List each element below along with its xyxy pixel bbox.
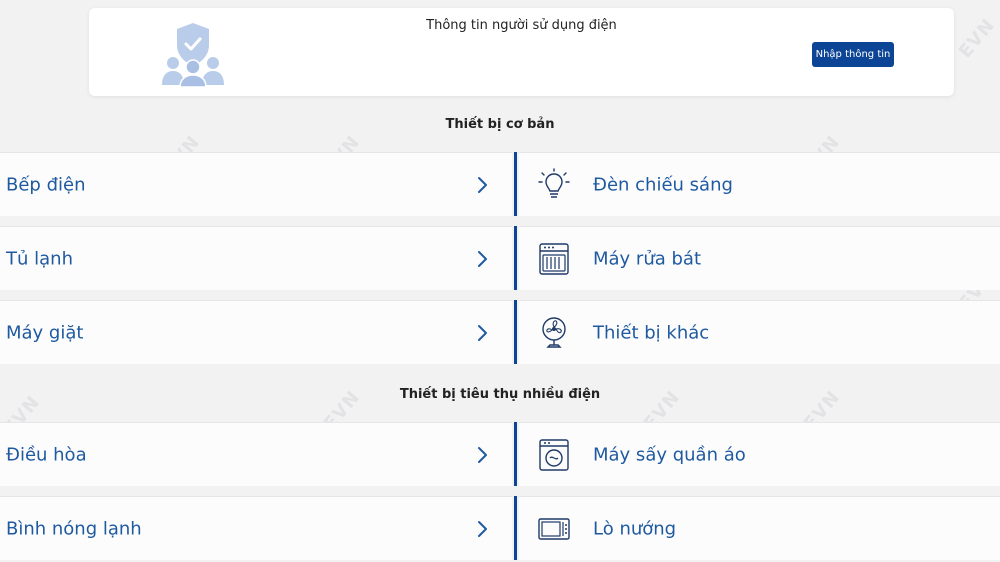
device-label: Máy sấy quần áo xyxy=(593,444,746,465)
device-label: Máy rửa bát xyxy=(593,248,702,269)
chevron-right-icon xyxy=(478,176,487,193)
device-label: Điều hòa xyxy=(6,444,87,465)
enter-info-button[interactable]: Nhập thông tin xyxy=(812,42,894,67)
chevron-right-icon xyxy=(478,250,487,267)
chevron-right-icon xyxy=(478,324,487,341)
user-info-title: Thông tin người sử dụng điện xyxy=(426,18,617,33)
device-label: Đèn chiếu sáng xyxy=(593,174,733,195)
row-divider xyxy=(514,422,517,486)
dryer-icon xyxy=(539,438,569,471)
device-label: Bếp điện xyxy=(6,174,86,195)
device-row-electric-stove[interactable]: Bếp điện xyxy=(0,152,512,216)
row-divider xyxy=(514,152,517,216)
lightbulb-icon xyxy=(538,167,570,198)
row-divider xyxy=(514,300,517,364)
chevron-right-icon xyxy=(478,520,487,537)
device-label: Máy giặt xyxy=(6,322,84,343)
device-label: Tủ lạnh xyxy=(6,248,73,269)
device-row-water-heater[interactable]: Bình nóng lạnh xyxy=(0,496,512,560)
device-row-dishwasher[interactable]: Máy rửa bát xyxy=(519,226,1000,290)
chevron-right-icon xyxy=(478,446,487,463)
device-row-fridge[interactable]: Tủ lạnh xyxy=(0,226,512,290)
row-divider xyxy=(514,496,517,560)
device-row-air-conditioner[interactable]: Điều hòa xyxy=(0,422,512,486)
row-divider xyxy=(514,226,517,290)
device-label: Bình nóng lạnh xyxy=(6,518,142,539)
device-row-dryer[interactable]: Máy sấy quần áo xyxy=(519,422,1000,486)
oven-icon xyxy=(538,517,570,540)
device-row-oven[interactable]: Lò nướng xyxy=(519,496,1000,560)
device-label: Thiết bị khác xyxy=(593,322,710,343)
device-label: Lò nướng xyxy=(593,518,677,539)
device-row-washing-machine[interactable]: Máy giặt xyxy=(0,300,512,364)
fan-icon xyxy=(542,316,566,348)
device-row-other[interactable]: Thiết bị khác xyxy=(519,300,1000,364)
dishwasher-icon xyxy=(539,242,569,275)
section-title-heavy: Thiết bị tiêu thụ nhiều điện xyxy=(399,387,601,402)
section-title-basic: Thiết bị cơ bản xyxy=(445,117,555,132)
user-info-card: Thông tin người sử dụng điện Nhập thông … xyxy=(89,8,954,96)
device-row-lighting[interactable]: Đèn chiếu sáng xyxy=(519,152,1000,216)
watermark: EVN xyxy=(954,14,1000,63)
